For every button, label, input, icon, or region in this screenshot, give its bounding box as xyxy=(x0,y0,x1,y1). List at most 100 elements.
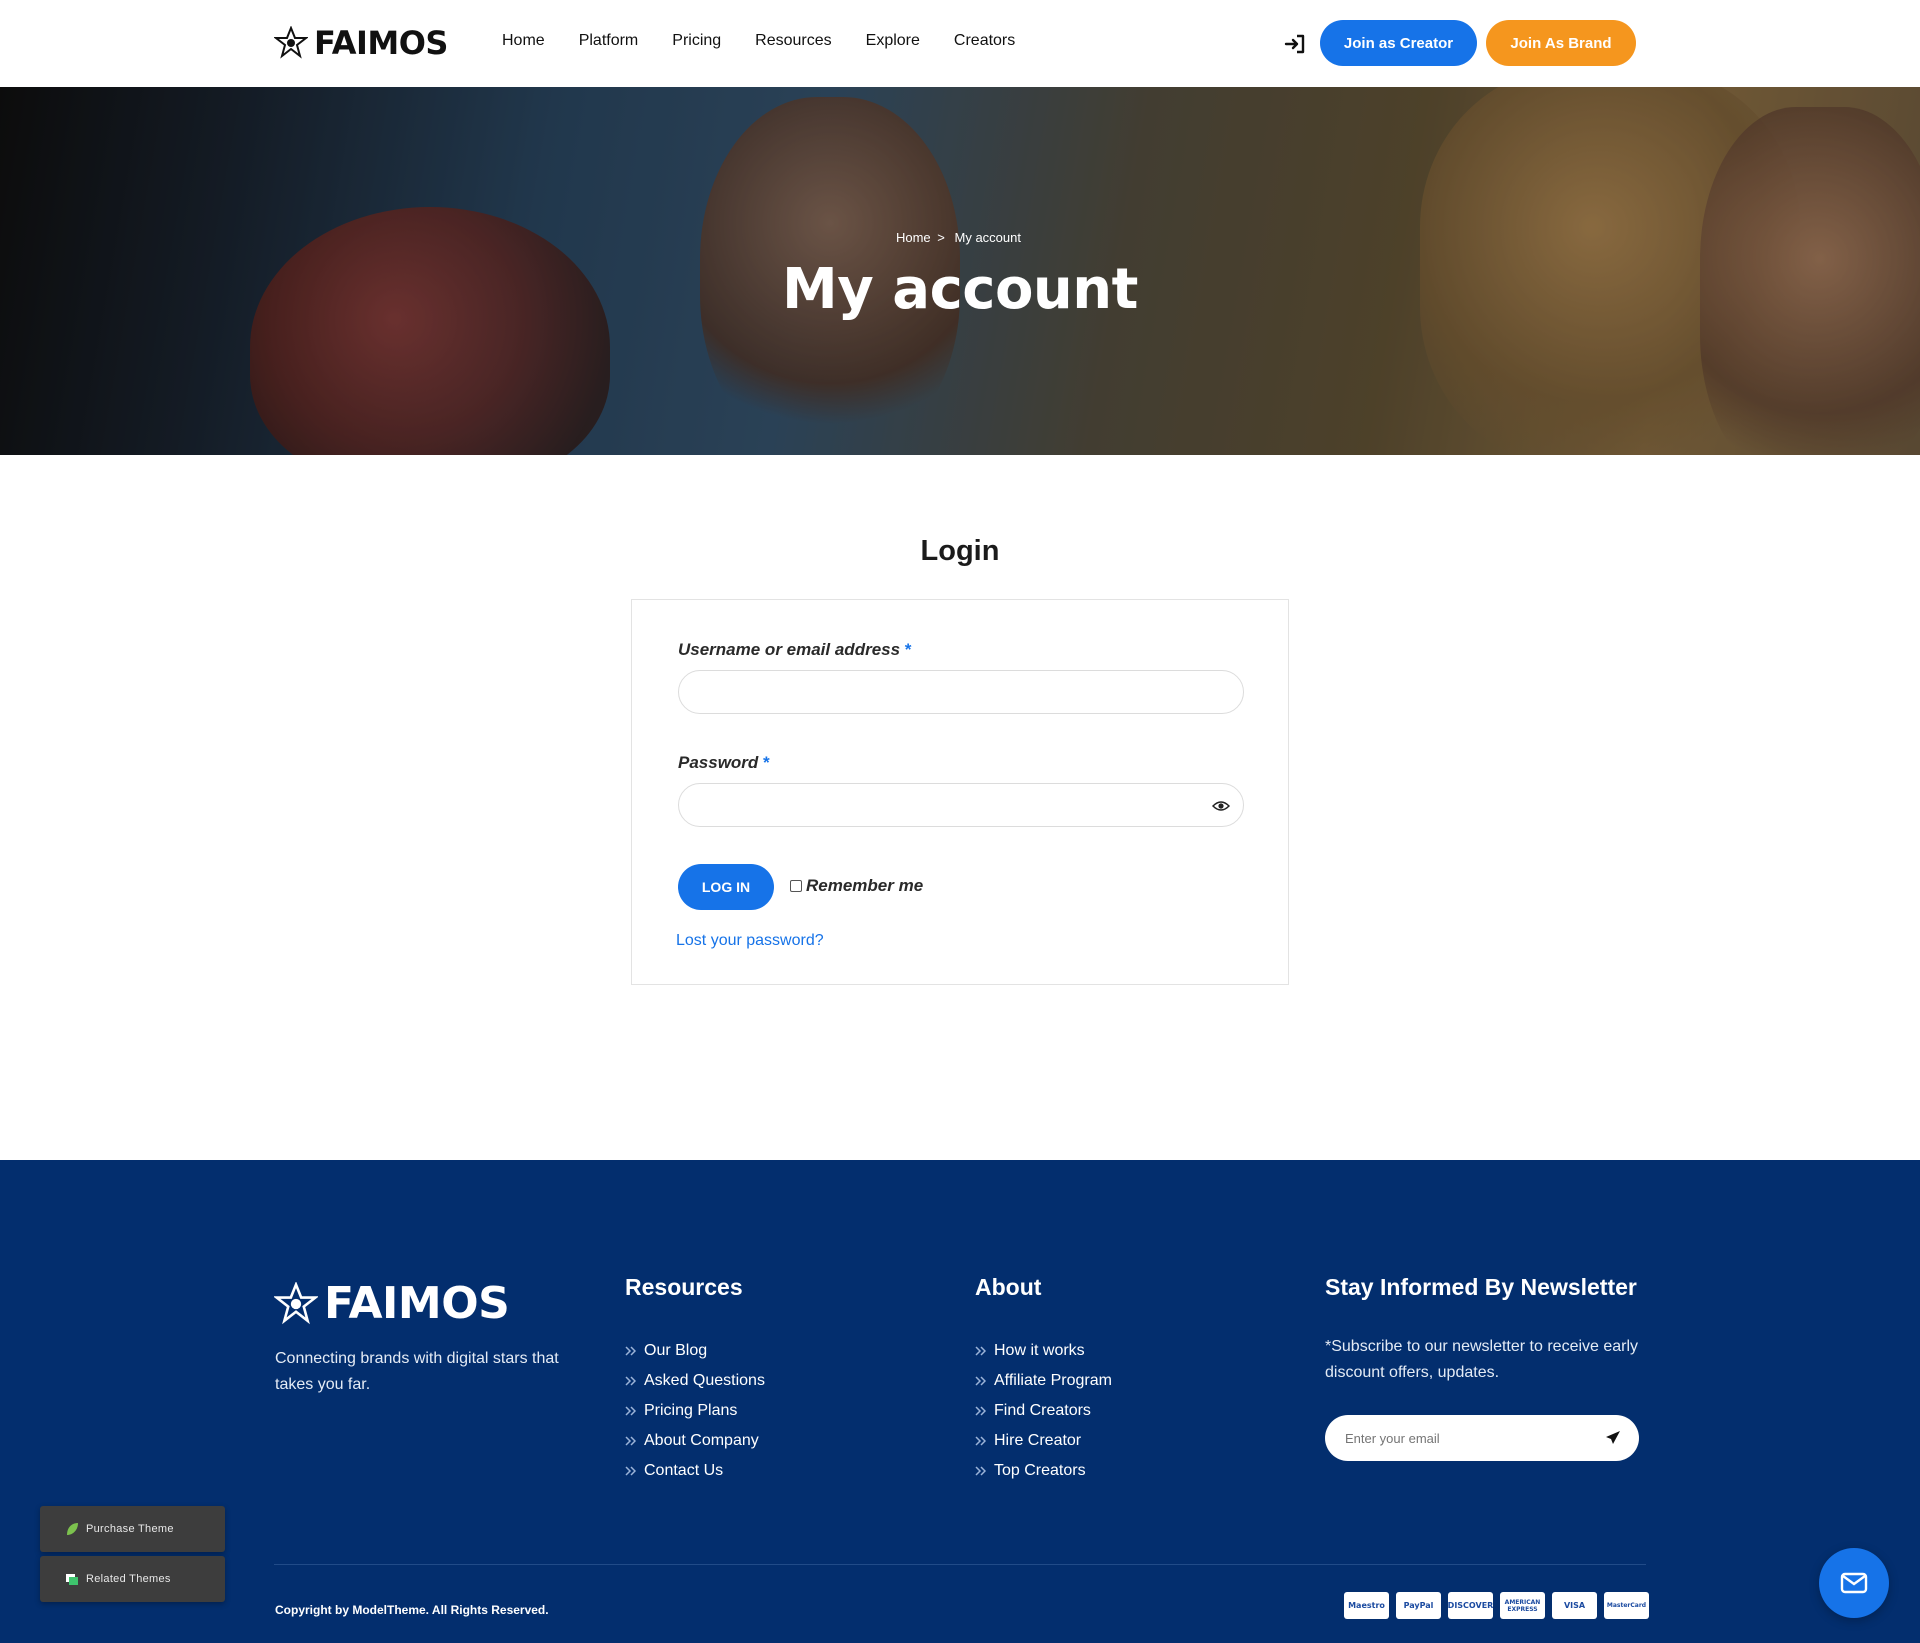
footer-tagline: Connecting brands with digital stars tha… xyxy=(275,1350,559,1393)
footer-link[interactable]: Contact Us xyxy=(625,1456,765,1486)
footer-link-label: About Company xyxy=(644,1432,759,1449)
mail-icon xyxy=(1840,1572,1868,1594)
copyright: Copyright by ModelTheme. All Rights Rese… xyxy=(275,1603,549,1617)
chevron-double-right-icon xyxy=(625,1376,636,1386)
leaf-icon xyxy=(67,1523,78,1535)
footer-link[interactable]: Affiliate Program xyxy=(975,1366,1112,1396)
footer-link[interactable]: Hire Creator xyxy=(975,1426,1112,1456)
password-field[interactable] xyxy=(678,783,1244,827)
login-icon[interactable] xyxy=(1284,33,1306,55)
username-label-text: Username or email address xyxy=(678,640,901,659)
payment-method-label: Maestro xyxy=(1348,1601,1385,1610)
site-header: FAIMOS Home Platform Pricing Resources E… xyxy=(0,0,1920,87)
nav-platform[interactable]: Platform xyxy=(579,32,639,50)
payment-method-label: VISA xyxy=(1563,1601,1586,1610)
newsletter-text: *Subscribe to our newsletter to receive … xyxy=(1325,1338,1639,1381)
breadcrumb: Home > My account xyxy=(0,230,1920,245)
breadcrumb-separator: > xyxy=(937,230,945,245)
payment-method-label: MasterCard xyxy=(1606,1602,1647,1609)
purchase-theme-button[interactable]: Purchase Theme xyxy=(40,1506,225,1552)
footer-link-label: Pricing Plans xyxy=(644,1402,738,1419)
required-mark: * xyxy=(904,640,911,659)
nav-explore[interactable]: Explore xyxy=(866,32,920,50)
newsletter-email-input[interactable] xyxy=(1325,1415,1639,1461)
chevron-double-right-icon xyxy=(975,1376,986,1386)
footer-divider xyxy=(274,1564,1646,1565)
paypal-card-icon: PayPal xyxy=(1396,1592,1441,1619)
remember-label: Remember me xyxy=(806,876,924,895)
footer-link-label: Our Blog xyxy=(644,1342,708,1359)
chevron-double-right-icon xyxy=(975,1436,986,1446)
chevron-double-right-icon xyxy=(975,1346,986,1356)
page-title: My account xyxy=(782,257,1138,322)
nav-creators[interactable]: Creators xyxy=(954,32,1015,50)
footer-link[interactable]: Find Creators xyxy=(975,1396,1112,1426)
about-list: How it works Affiliate Program Find Crea… xyxy=(975,1336,1112,1486)
footer-link-label: Hire Creator xyxy=(994,1432,1082,1449)
brand-name: FAIMOS xyxy=(314,24,448,62)
chevron-double-right-icon xyxy=(975,1466,986,1476)
star-mascot-icon xyxy=(274,1281,318,1324)
layers-icon xyxy=(66,1574,78,1585)
chevron-double-right-icon xyxy=(625,1466,636,1476)
newsletter-title: Stay Informed By Newsletter xyxy=(1325,1274,1637,1300)
login-button[interactable]: LOG IN xyxy=(678,864,774,910)
footer-link-label: How it works xyxy=(994,1342,1085,1359)
footer-link-label: Affiliate Program xyxy=(994,1372,1112,1389)
remember-me[interactable]: Remember me xyxy=(790,876,923,896)
related-themes-label: Related Themes xyxy=(86,1573,171,1585)
join-creator-button[interactable]: Join as Creator xyxy=(1320,20,1477,66)
footer-brand-name: FAIMOS xyxy=(324,1278,510,1329)
breadcrumb-home[interactable]: Home xyxy=(896,230,931,245)
send-icon[interactable] xyxy=(1605,1430,1621,1446)
remember-checkbox[interactable] xyxy=(790,880,802,892)
password-label: Password * xyxy=(678,753,769,773)
contact-mail-button[interactable] xyxy=(1819,1548,1889,1618)
footer-link[interactable]: About Company xyxy=(625,1426,765,1456)
nav-home[interactable]: Home xyxy=(502,32,545,50)
payment-method-label: AMERICAN EXPRESS xyxy=(1504,1598,1541,1613)
footer-link-label: Asked Questions xyxy=(644,1372,765,1389)
lost-password-link[interactable]: Lost your password? xyxy=(676,932,824,950)
footer-link[interactable]: How it works xyxy=(975,1336,1112,1366)
purchase-theme-label: Purchase Theme xyxy=(86,1523,174,1535)
nav-pricing[interactable]: Pricing xyxy=(672,32,721,50)
visa-card-icon: VISA xyxy=(1552,1592,1597,1619)
chevron-double-right-icon xyxy=(625,1346,636,1356)
footer-link[interactable]: Asked Questions xyxy=(625,1366,765,1396)
footer-link[interactable]: Top Creators xyxy=(975,1456,1112,1486)
login-form: Username or email address * Password * LOG… xyxy=(631,599,1289,985)
maestro-card-icon: Maestro xyxy=(1344,1592,1389,1619)
eye-icon[interactable] xyxy=(1212,800,1230,812)
star-mascot-icon xyxy=(274,26,308,59)
breadcrumb-current: My account xyxy=(954,230,1021,245)
payment-methods: Maestro PayPal DISCOVER AMERICAN EXPRESS… xyxy=(1344,1592,1649,1619)
site-footer: FAIMOS Connecting brands with digital st… xyxy=(0,1160,1920,1643)
brand-logo[interactable]: FAIMOS xyxy=(274,24,448,62)
footer-link-label: Find Creators xyxy=(994,1402,1091,1419)
nav-resources[interactable]: Resources xyxy=(755,32,831,50)
password-label-text: Password xyxy=(678,753,759,772)
page-hero: Home > My account My account xyxy=(0,87,1920,455)
resources-title: Resources xyxy=(625,1274,743,1300)
about-title: About xyxy=(975,1274,1042,1300)
footer-link-label: Contact Us xyxy=(644,1462,724,1479)
main-nav: Home Platform Pricing Resources Explore … xyxy=(502,32,1015,50)
username-label: Username or email address * xyxy=(678,640,911,660)
required-mark: * xyxy=(762,753,769,772)
footer-link[interactable]: Pricing Plans xyxy=(625,1396,765,1426)
join-brand-button[interactable]: Join As Brand xyxy=(1486,20,1636,66)
related-themes-button[interactable]: Related Themes xyxy=(40,1556,225,1602)
footer-link-label: Top Creators xyxy=(994,1462,1086,1479)
username-field[interactable] xyxy=(678,670,1244,714)
discover-card-icon: DISCOVER xyxy=(1448,1592,1493,1619)
payment-method-label: DISCOVER xyxy=(1447,1601,1494,1610)
footer-link[interactable]: Our Blog xyxy=(625,1336,765,1366)
chevron-double-right-icon xyxy=(625,1406,636,1416)
payment-method-label: PayPal xyxy=(1403,1601,1434,1610)
mastercard-card-icon: MasterCard xyxy=(1604,1592,1649,1619)
amex-card-icon: AMERICAN EXPRESS xyxy=(1500,1592,1545,1619)
footer-logo[interactable]: FAIMOS xyxy=(274,1278,510,1329)
login-heading: Login xyxy=(920,535,1000,567)
chevron-double-right-icon xyxy=(975,1406,986,1416)
